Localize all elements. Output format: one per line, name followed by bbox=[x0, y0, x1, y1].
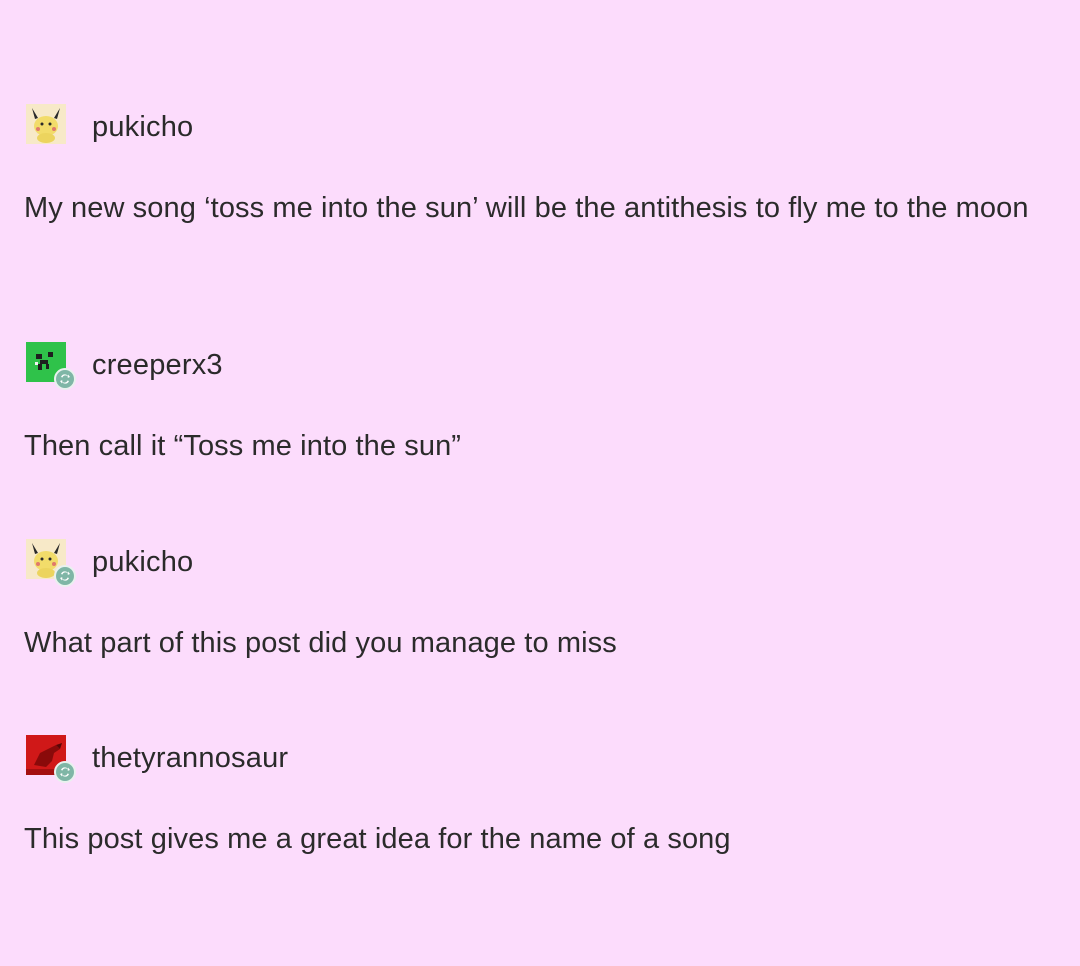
post-header: pukicho bbox=[24, 535, 1056, 589]
post-header: creeperx3 bbox=[24, 338, 1056, 392]
post: pukicho What part of this post did you m… bbox=[24, 535, 1056, 663]
reblog-icon bbox=[54, 761, 76, 783]
username[interactable]: pukicho bbox=[92, 546, 193, 579]
post-header: pukicho bbox=[24, 100, 1056, 154]
post-text: My new song ‘toss me into the sun’ will … bbox=[24, 192, 1029, 224]
reblog-icon bbox=[54, 368, 76, 390]
avatar[interactable] bbox=[24, 535, 78, 589]
post: thetyrannosaur This post gives me a grea… bbox=[24, 731, 1056, 859]
avatar[interactable] bbox=[24, 731, 78, 785]
post: pukicho My new song ‘toss me into the su… bbox=[24, 100, 1056, 228]
post: creeperx3 Then call it “Toss me into the… bbox=[24, 338, 1056, 466]
post-text: What part of this post did you manage to… bbox=[24, 627, 617, 659]
username[interactable]: creeperx3 bbox=[92, 349, 223, 382]
avatar[interactable] bbox=[24, 100, 78, 154]
username[interactable]: thetyrannosaur bbox=[92, 742, 288, 775]
username[interactable]: pukicho bbox=[92, 111, 193, 144]
post-text: Then call it “Toss me into the sun” bbox=[24, 430, 462, 462]
reblog-icon bbox=[54, 565, 76, 587]
post-header: thetyrannosaur bbox=[24, 731, 1056, 785]
pikachu-avatar-icon bbox=[26, 104, 66, 144]
post-text: This post gives me a great idea for the … bbox=[24, 823, 731, 855]
avatar[interactable] bbox=[24, 338, 78, 392]
